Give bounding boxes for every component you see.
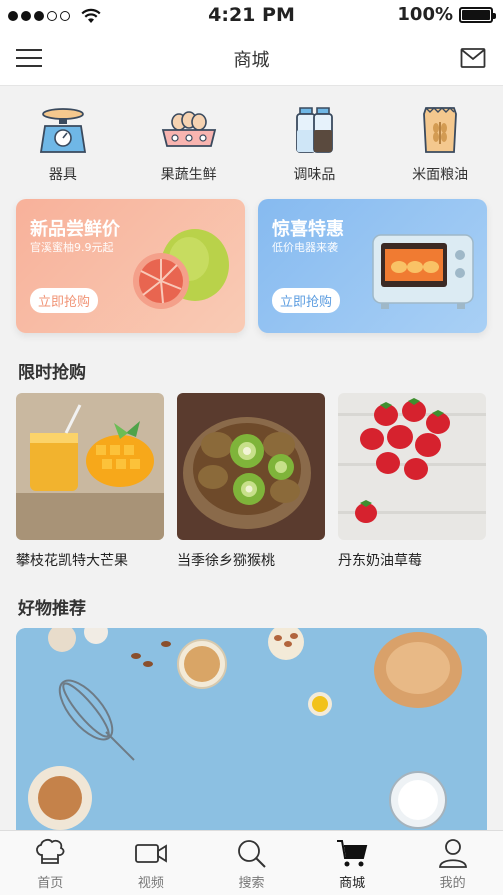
tab-label: 搜索 [238, 876, 265, 891]
buy-now-button[interactable]: 立即抢购 [272, 288, 341, 313]
product-name: 丹东奶油草莓 [338, 553, 422, 569]
tab-label: 视频 [137, 876, 164, 891]
promo-card-special[interactable]: 惊喜特惠 低价电器来袭 立即抢购 [258, 199, 487, 333]
product-card-strawberry[interactable]: 丹东奶油草莓 [338, 393, 486, 570]
category-row: 器具 果蔬生鲜 调味品 米面粮油 [0, 100, 503, 200]
recommend-banner[interactable] [16, 628, 487, 830]
battery-percent: 100% [397, 4, 453, 25]
pomelo-image [133, 229, 229, 309]
tab-label: 商城 [339, 876, 366, 891]
tab-shop[interactable]: 商城 [302, 831, 403, 895]
product-card-kiwi[interactable]: 当季徐乡猕猴桃 [177, 393, 325, 570]
tab-video[interactable]: 视频 [101, 831, 202, 895]
category-label: 器具 [48, 167, 77, 183]
section-title-flash-sale: 限时抢购 [18, 363, 86, 383]
promo-title: 惊喜特惠 [272, 219, 344, 240]
salt-pepper-icon [296, 107, 334, 153]
nav-bar: 商城 [0, 30, 503, 86]
chef-hat-icon [36, 838, 65, 864]
category-item-utensils[interactable]: 器具 [0, 100, 126, 200]
category-item-seasoning[interactable]: 调味品 [252, 100, 378, 200]
product-name: 攀枝花凯特大芒果 [16, 553, 128, 569]
category-label: 米面粮油 [412, 167, 469, 183]
section-title-recommend: 好物推荐 [18, 599, 86, 619]
status-bar: 4:21 PM 100% [0, 0, 503, 30]
tab-bar: 首页 视频 搜索 商城 我的 [0, 830, 503, 895]
strawberry-image [338, 393, 486, 540]
tab-home[interactable]: 首页 [0, 831, 101, 895]
search-icon [238, 840, 267, 868]
eggs-icon [161, 111, 216, 147]
video-camera-icon [134, 844, 167, 863]
buy-now-button[interactable]: 立即抢购 [30, 288, 99, 313]
product-card-mango[interactable]: 攀枝花凯特大芒果 [16, 393, 164, 570]
tab-profile[interactable]: 我的 [402, 831, 503, 895]
promo-subtitle: 官溪蜜柚9.9元起 [30, 241, 114, 254]
page-title: 商城 [233, 50, 270, 71]
product-name: 当季徐乡猕猴桃 [177, 553, 275, 569]
main-content: 器具 果蔬生鲜 调味品 米面粮油 新品尝鲜价 官溪蜜柚9.9元起 立即抢购 惊喜… [0, 86, 503, 830]
user-icon [438, 839, 467, 868]
cart-icon [337, 840, 368, 867]
kiwi-image [177, 393, 325, 540]
baking-image [16, 628, 487, 830]
category-item-produce[interactable]: 果蔬生鲜 [126, 100, 252, 200]
category-label: 调味品 [293, 167, 336, 183]
category-item-grain[interactable]: 米面粮油 [377, 100, 503, 200]
tab-label: 首页 [37, 876, 64, 891]
scale-icon [39, 108, 86, 153]
promo-card-new[interactable]: 新品尝鲜价 官溪蜜柚9.9元起 立即抢购 [16, 199, 245, 333]
battery-icon [459, 6, 496, 23]
tab-label: 我的 [439, 876, 466, 891]
tab-search[interactable]: 搜索 [201, 831, 302, 895]
mango-image [16, 393, 164, 540]
mail-icon[interactable] [460, 47, 486, 69]
promo-title: 新品尝鲜价 [30, 219, 120, 240]
flour-bag-icon [423, 107, 458, 153]
promo-subtitle: 低价电器来袭 [272, 241, 338, 254]
oven-image [372, 234, 474, 309]
category-label: 果蔬生鲜 [160, 167, 217, 183]
flash-sale-list: 攀枝花凯特大芒果 当季徐乡猕猴桃 丹东奶油草莓 [16, 393, 487, 573]
